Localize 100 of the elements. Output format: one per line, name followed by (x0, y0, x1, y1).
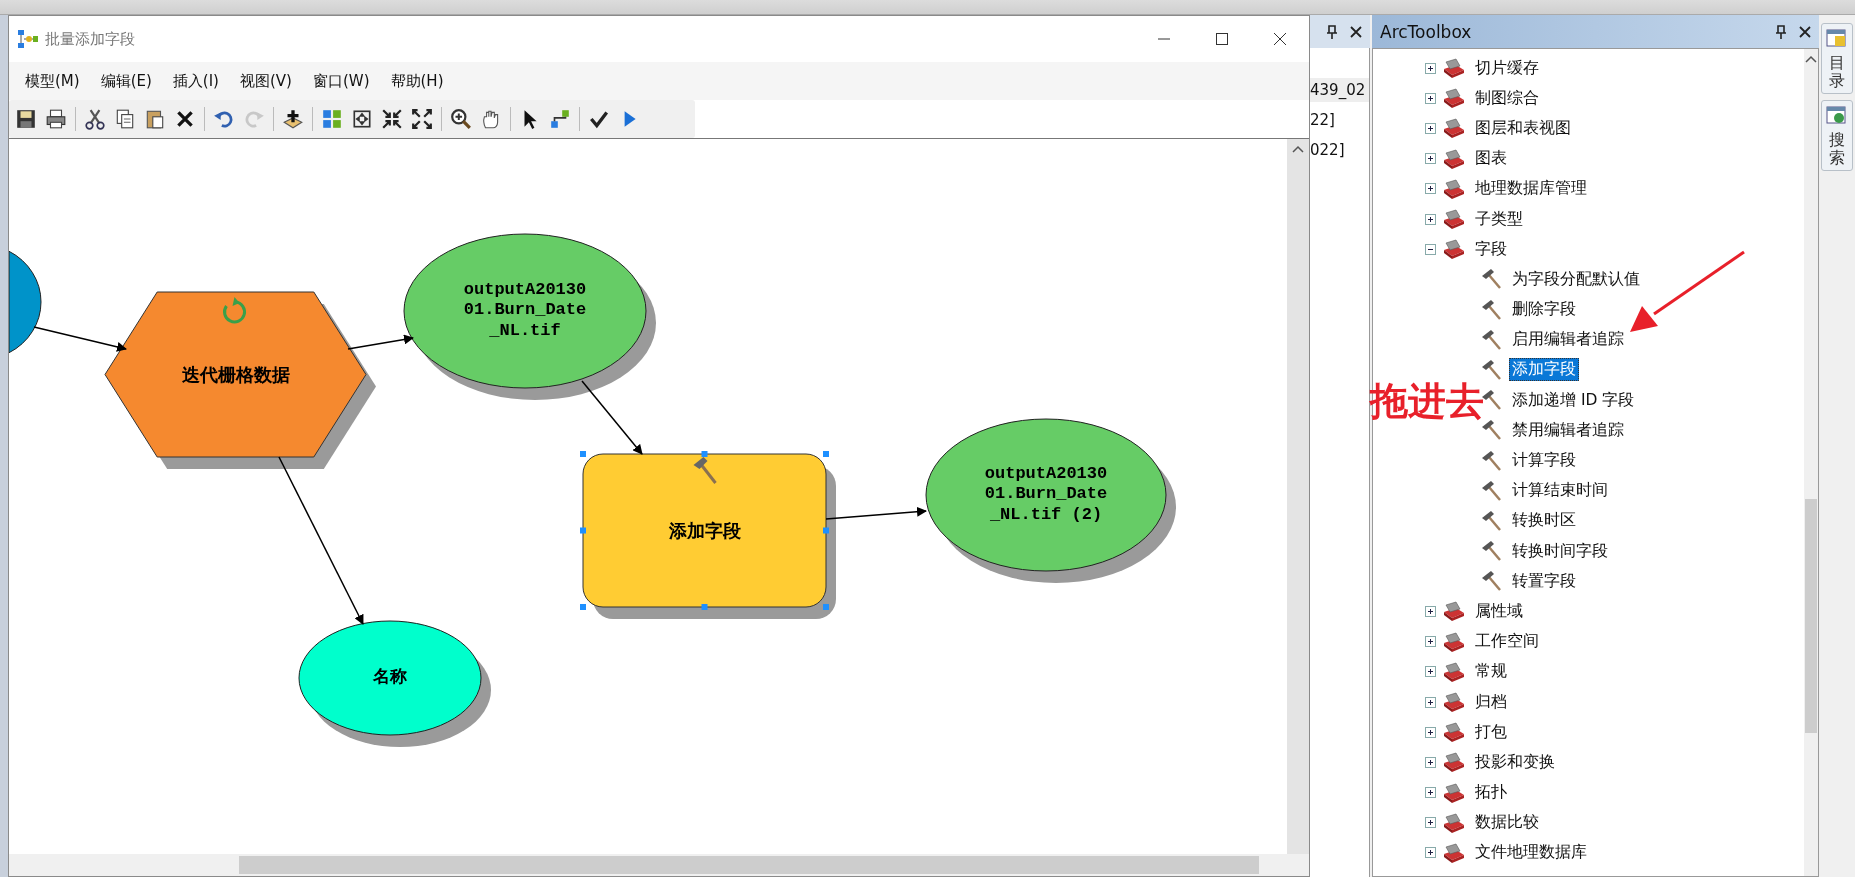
hammer-icon (1481, 419, 1503, 442)
hammer-icon (1481, 358, 1503, 381)
tree-item[interactable]: 文件地理数据库 (1472, 841, 1590, 865)
layer-entry[interactable]: 439_02 (1310, 78, 1369, 102)
hammer-icon (1481, 479, 1503, 502)
full-extent-icon[interactable] (351, 108, 373, 130)
auto-layout-icon[interactable] (321, 108, 343, 130)
expand-toggle[interactable] (1425, 666, 1436, 678)
expand-toggle[interactable] (1425, 817, 1436, 829)
expand-toggle[interactable] (1425, 62, 1436, 74)
hammer-icon (693, 457, 717, 484)
data-node[interactable] (925, 418, 1176, 583)
tree-item[interactable]: 图层和表视图 (1472, 116, 1574, 140)
toolbox-icon (1442, 660, 1466, 683)
tree-item[interactable]: 添加字段 (1509, 358, 1579, 382)
tree-item[interactable]: 禁用编辑者追踪 (1509, 418, 1627, 442)
delete-icon[interactable] (174, 108, 196, 130)
data-node[interactable] (403, 233, 656, 400)
pin-icon[interactable] (1326, 24, 1338, 39)
node-label: 添加字段 (668, 518, 741, 543)
vertical-scrollbar[interactable] (1287, 139, 1309, 854)
toolbox-icon (1442, 751, 1466, 774)
close-icon (1274, 33, 1286, 45)
tree-item[interactable]: 转置字段 (1509, 569, 1579, 593)
expand-toggle[interactable] (1425, 636, 1436, 648)
layer-entry[interactable]: 22] (1310, 108, 1369, 132)
connect-icon[interactable] (549, 108, 571, 130)
expand-toggle[interactable] (1425, 153, 1436, 165)
menu-item[interactable]: 视图(V) (240, 71, 292, 91)
expand-toggle[interactable] (1425, 183, 1436, 195)
data-node[interactable] (298, 620, 491, 747)
expand-toggle[interactable] (1425, 787, 1436, 799)
horizontal-scrollbar[interactable] (9, 854, 1309, 876)
tree-item[interactable]: 工作空间 (1472, 630, 1542, 654)
expand-toggle[interactable] (1425, 847, 1436, 859)
save-icon[interactable] (15, 108, 37, 130)
tree-item[interactable]: 计算结束时间 (1509, 479, 1611, 503)
toolbox-icon (1442, 208, 1466, 231)
expand-toggle[interactable] (1425, 122, 1436, 134)
expand-toggle[interactable] (1425, 726, 1436, 738)
validate-check-icon[interactable] (588, 108, 610, 130)
side-tab[interactable]: 目录 (1821, 23, 1853, 95)
tree-item[interactable]: 转换时间字段 (1509, 539, 1611, 563)
close-icon[interactable] (1350, 25, 1362, 38)
scroll-up-icon[interactable] (1805, 55, 1817, 63)
toolbox-icon (1442, 630, 1466, 653)
tree-item[interactable]: 常规 (1472, 660, 1510, 684)
copy-icon[interactable] (114, 108, 136, 130)
data-node[interactable] (9, 250, 42, 354)
iterator-node[interactable] (104, 291, 376, 469)
tree-item[interactable]: 删除字段 (1509, 298, 1579, 322)
tree-item[interactable]: 拓扑 (1472, 781, 1510, 805)
tree-item[interactable]: 子类型 (1472, 207, 1526, 231)
expand-toggle[interactable] (1425, 696, 1436, 708)
tree-item[interactable]: 打包 (1472, 720, 1510, 744)
zoom-in-fixed-icon[interactable] (411, 108, 433, 130)
menu-item[interactable]: 插入(I) (172, 71, 219, 91)
expand-toggle[interactable] (1425, 756, 1436, 768)
side-tab[interactable]: 搜索 (1821, 100, 1853, 172)
tree-item[interactable]: 数据比较 (1472, 811, 1542, 835)
menu-item[interactable]: 编辑(E) (100, 71, 152, 91)
tree-item[interactable]: 地理数据库管理 (1472, 177, 1590, 201)
menu-item[interactable]: 窗口(W) (312, 71, 370, 91)
zoom-in-icon[interactable] (450, 108, 472, 130)
tree-item[interactable]: 启用编辑者追踪 (1509, 328, 1627, 352)
tree-item[interactable]: 切片缓存 (1472, 56, 1542, 80)
expand-toggle[interactable] (1425, 213, 1436, 225)
tree-item[interactable]: 添加递增 ID 字段 (1509, 388, 1638, 412)
tree-item[interactable]: 投影和变换 (1472, 750, 1558, 774)
tree-item[interactable]: 转换时区 (1509, 509, 1579, 533)
expand-toggle[interactable] (1425, 243, 1436, 255)
tree-item[interactable]: 字段 (1472, 237, 1510, 261)
expand-toggle[interactable] (1425, 605, 1436, 617)
pin-icon[interactable] (1775, 24, 1787, 39)
menu-item[interactable]: 帮助(H) (390, 71, 444, 91)
paste-icon[interactable] (144, 108, 166, 130)
cut-icon[interactable] (84, 108, 106, 130)
toolbox-icon (1442, 117, 1466, 140)
expand-toggle[interactable] (1425, 92, 1436, 104)
tree-item[interactable]: 属性域 (1472, 599, 1526, 623)
tree-item[interactable]: 制图综合 (1472, 86, 1542, 110)
tree-item[interactable]: 为字段分配默认值 (1509, 267, 1643, 291)
vertical-scrollbar[interactable] (1804, 49, 1818, 876)
add-data-icon[interactable] (282, 108, 304, 130)
menu-item[interactable]: 模型(M) (25, 71, 80, 91)
layer-entry[interactable]: 022] (1310, 138, 1369, 162)
zoom-out-fixed-icon[interactable] (381, 108, 403, 130)
tree-item[interactable]: 计算字段 (1509, 449, 1579, 473)
print-icon[interactable] (45, 108, 67, 130)
toolbox-icon (1442, 57, 1466, 80)
maximize-icon (1216, 33, 1228, 45)
scrollbar-thumb[interactable] (239, 856, 1259, 874)
scrollbar-thumb[interactable] (1805, 499, 1817, 733)
scroll-up-icon[interactable] (1292, 145, 1304, 153)
toolbox-icon (1442, 691, 1466, 714)
panel-title: ArcToolbox (1380, 21, 1472, 42)
tree-item[interactable]: 图表 (1472, 147, 1510, 171)
toolbox-icon (1442, 177, 1466, 200)
tree-item[interactable]: 归档 (1472, 690, 1510, 714)
close-icon[interactable] (1799, 25, 1811, 38)
